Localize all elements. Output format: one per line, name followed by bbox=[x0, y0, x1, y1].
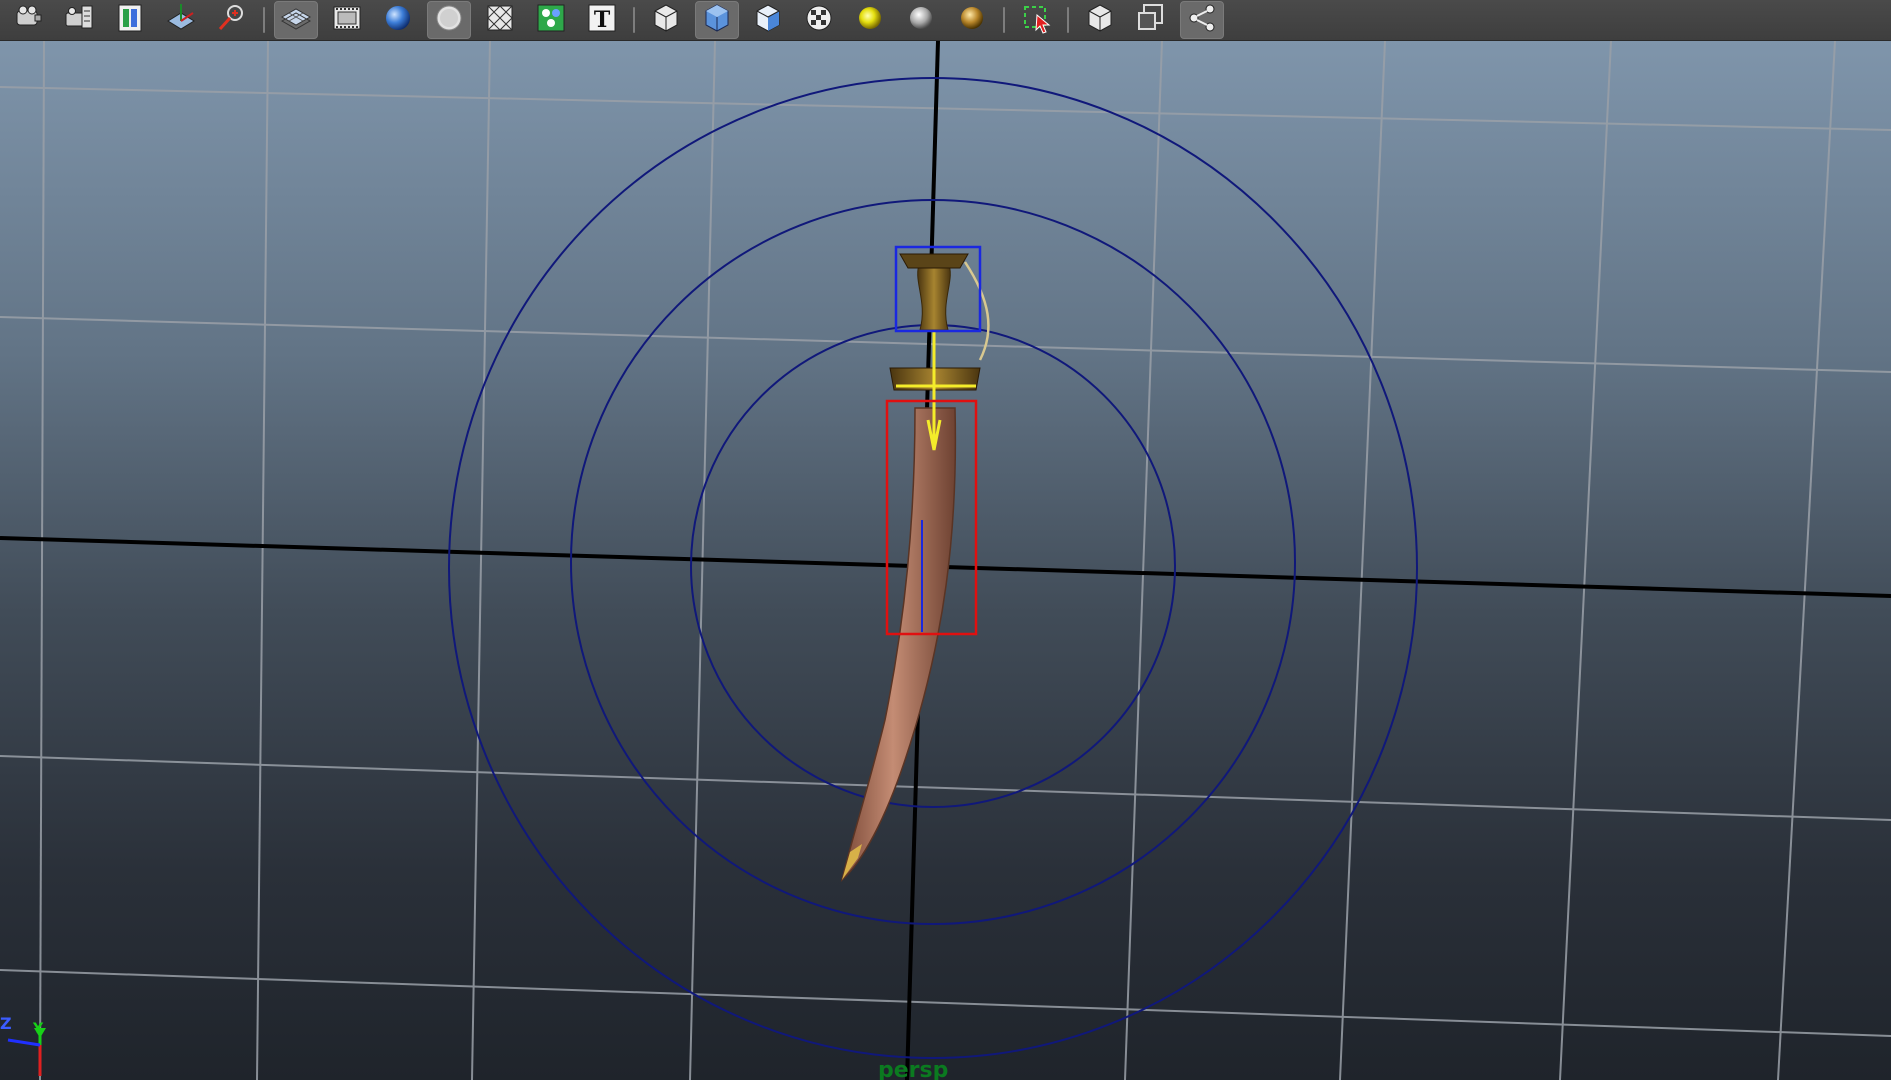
text-button[interactable]: T bbox=[580, 1, 624, 39]
xray-icon bbox=[649, 1, 683, 39]
bookmark-camera-icon bbox=[62, 1, 96, 39]
sword-pommel bbox=[899, 253, 969, 269]
gold-light-button[interactable] bbox=[950, 1, 994, 39]
bounding-box-shade-icon bbox=[700, 1, 734, 39]
wireframe-button[interactable] bbox=[274, 1, 318, 39]
share-icon bbox=[1185, 1, 1219, 39]
wireframe-on-shaded-icon bbox=[483, 1, 517, 39]
flat-shade-icon bbox=[432, 1, 466, 39]
camera-tools-button[interactable] bbox=[210, 1, 254, 39]
checker-texture-icon bbox=[802, 1, 836, 39]
sword-sheath bbox=[840, 407, 957, 883]
isolate-select-button[interactable] bbox=[1078, 1, 1122, 39]
toolbar-separator bbox=[631, 5, 637, 35]
gold-light-icon bbox=[955, 1, 989, 39]
frame-selection-button[interactable] bbox=[1129, 1, 1173, 39]
flat-shade-button[interactable] bbox=[427, 1, 471, 39]
xray-button[interactable] bbox=[644, 1, 688, 39]
use-all-lights-icon bbox=[853, 1, 887, 39]
default-material-icon bbox=[751, 1, 785, 39]
isolate-select-icon bbox=[1083, 1, 1117, 39]
grid-display-button[interactable] bbox=[159, 1, 203, 39]
selection-highlight-icon bbox=[1019, 1, 1053, 39]
wireframe-icon bbox=[279, 1, 313, 39]
sword-hilt-grip bbox=[917, 261, 951, 331]
camera-tools-icon bbox=[215, 1, 249, 39]
smooth-shade-button[interactable] bbox=[376, 1, 420, 39]
viewport-scene bbox=[0, 41, 1891, 1080]
image-plane-icon bbox=[113, 1, 147, 39]
frame-selection-icon bbox=[1134, 1, 1168, 39]
image-plane-button[interactable] bbox=[108, 1, 152, 39]
text-icon: T bbox=[585, 1, 619, 39]
shadows-icon bbox=[904, 1, 938, 39]
textured-button[interactable] bbox=[529, 1, 573, 39]
bookmark-camera-button[interactable] bbox=[57, 1, 101, 39]
share-button[interactable] bbox=[1180, 1, 1224, 39]
viewport-toolbar: T bbox=[0, 0, 1891, 41]
axis-z-label: Z bbox=[0, 1014, 12, 1033]
film-gate-icon bbox=[330, 1, 364, 39]
shadows-button[interactable] bbox=[899, 1, 943, 39]
textured-icon bbox=[534, 1, 568, 39]
wireframe-on-shaded-button[interactable] bbox=[478, 1, 522, 39]
bounding-box-shade-button[interactable] bbox=[695, 1, 739, 39]
text-button-glyph: T bbox=[594, 7, 611, 33]
toolbar-separator bbox=[261, 5, 267, 35]
use-all-lights-button[interactable] bbox=[848, 1, 892, 39]
perspective-viewport[interactable]: Z Y persp bbox=[0, 41, 1891, 1080]
grid-display-icon bbox=[164, 1, 198, 39]
camera-attributes-button[interactable] bbox=[6, 1, 50, 39]
default-material-button[interactable] bbox=[746, 1, 790, 39]
maya-viewport-window: T Z Y persp bbox=[0, 0, 1891, 1080]
toolbar-separator bbox=[1065, 5, 1071, 35]
checker-texture-button[interactable] bbox=[797, 1, 841, 39]
camera-attributes-icon bbox=[11, 1, 45, 39]
smooth-shade-icon bbox=[381, 1, 415, 39]
camera-name-label: persp bbox=[878, 1058, 949, 1080]
film-gate-button[interactable] bbox=[325, 1, 369, 39]
selection-highlight-button[interactable] bbox=[1014, 1, 1058, 39]
axis-y-label: Y bbox=[33, 1021, 44, 1037]
toolbar-separator bbox=[1001, 5, 1007, 35]
